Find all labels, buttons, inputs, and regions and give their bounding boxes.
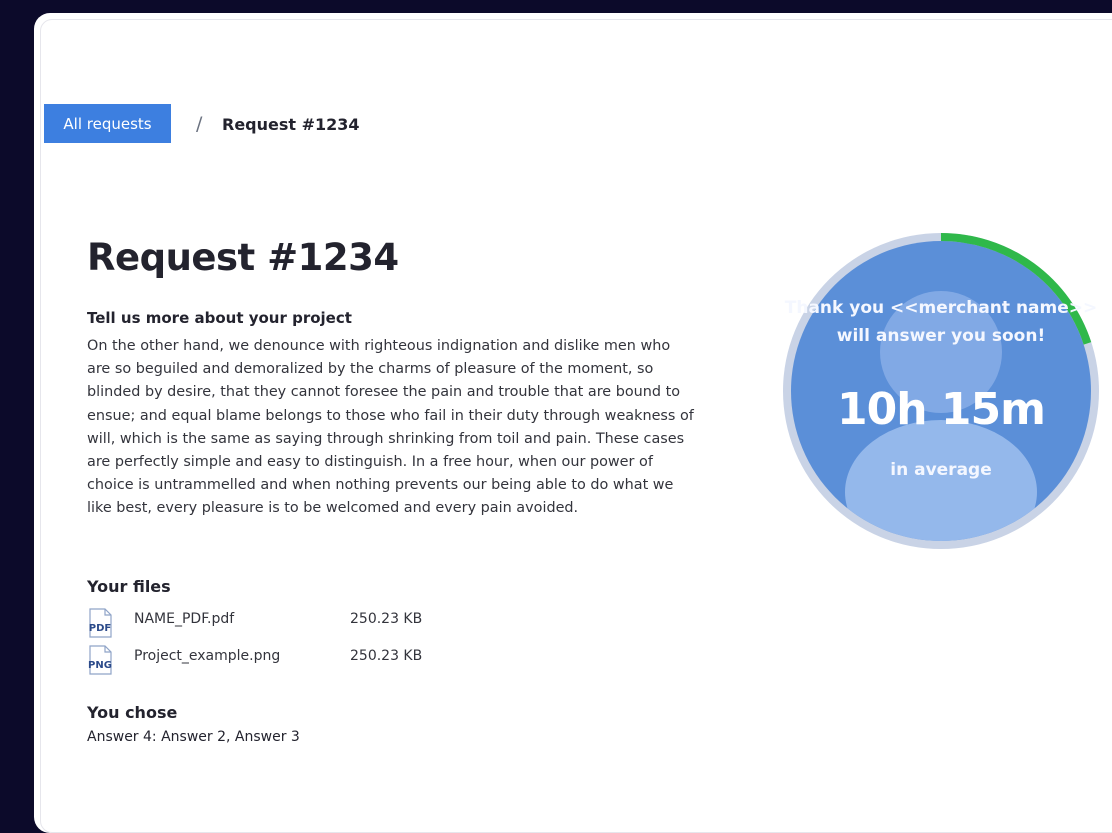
choice-title: You chose — [87, 703, 178, 722]
all-requests-button[interactable]: All requests — [44, 104, 171, 143]
png-file-icon: PNG — [88, 645, 112, 675]
timer-message: Thank you <<merchant name>> will answer … — [784, 298, 1098, 346]
file-size: 250.23 KB — [350, 611, 423, 627]
file-name[interactable]: Project_example.png — [134, 648, 280, 664]
breadcrumb-separator: / — [196, 113, 203, 135]
choice-value: Answer 4: Answer 2, Answer 3 — [87, 729, 300, 745]
pdf-type-label: PDF — [89, 623, 111, 634]
project-subtitle: Tell us more about your project — [87, 309, 352, 327]
page-title: Request #1234 — [87, 236, 399, 279]
breadcrumb-current: Request #1234 — [222, 115, 360, 134]
timer-time: 10h 15m — [837, 384, 1046, 435]
file-name[interactable]: NAME_PDF.pdf — [134, 611, 234, 627]
project-description: On the other hand, we denounce with righ… — [87, 338, 694, 517]
response-timer: Thank you <<merchant name>> will answer … — [779, 232, 1103, 550]
pdf-file-icon: PDF — [89, 608, 112, 638]
png-type-label: PNG — [88, 660, 112, 671]
file-row-png[interactable]: PNG Project_example.png 250.23 KB — [87, 644, 447, 675]
files-title: Your files — [87, 577, 171, 596]
file-size: 250.23 KB — [350, 648, 423, 664]
file-row-pdf[interactable]: PDF NAME_PDF.pdf 250.23 KB — [87, 607, 447, 638]
timer-caption: in average — [890, 460, 992, 480]
